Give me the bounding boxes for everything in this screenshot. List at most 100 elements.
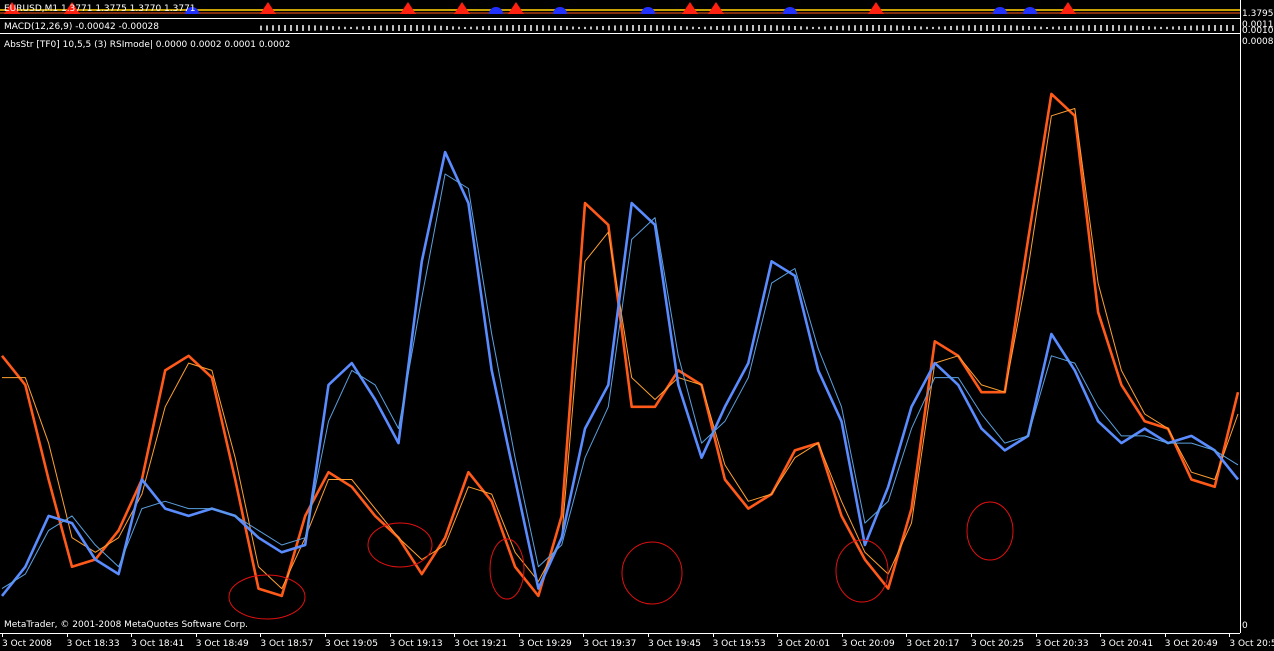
macd-bar xyxy=(1202,25,1204,31)
indicator-axis-top: 0.0008 xyxy=(1242,37,1274,47)
macd-bar xyxy=(590,26,592,30)
macd-bar xyxy=(344,26,346,30)
macd-bar xyxy=(404,25,406,31)
macd-bar xyxy=(578,26,580,30)
macd-bar xyxy=(1088,25,1090,31)
fractal-up-marker xyxy=(682,2,698,14)
macd-bar xyxy=(518,25,520,31)
macd-bar xyxy=(824,26,826,30)
macd-bar xyxy=(464,26,466,30)
macd-bar xyxy=(692,26,694,30)
macd-bar xyxy=(920,26,922,30)
macd-bar xyxy=(854,25,856,31)
macd-bar xyxy=(644,25,646,31)
macd-bar xyxy=(662,25,664,31)
macd-bar xyxy=(596,26,598,30)
time-tick-label: 3 Oct 18:41 xyxy=(131,639,185,649)
time-tick-label: 3 Oct 2008 xyxy=(2,639,52,649)
time-tick-mark xyxy=(1164,633,1166,637)
time-tick-label: 3 Oct 19:53 xyxy=(712,639,766,649)
macd-bar xyxy=(1094,25,1096,31)
macd-bar xyxy=(1184,25,1186,31)
macd-bar xyxy=(788,25,790,31)
macd-bar xyxy=(716,26,718,30)
macd-bar xyxy=(800,26,802,30)
macd-bar xyxy=(500,25,502,31)
macd-bar xyxy=(680,26,682,30)
macd-bar xyxy=(566,26,568,30)
macd-bar xyxy=(302,25,304,31)
time-tick-mark xyxy=(1100,633,1102,637)
time-tick-mark xyxy=(131,633,133,637)
macd-bar xyxy=(410,25,412,31)
macd-bar xyxy=(320,25,322,31)
macd-bar xyxy=(1226,25,1228,31)
macd-bar xyxy=(710,26,712,30)
macd-bar xyxy=(1142,25,1144,31)
macd-bar xyxy=(1214,25,1216,31)
macd-bar xyxy=(602,25,604,31)
time-tick-mark xyxy=(777,633,779,637)
macd-bar xyxy=(1124,25,1126,31)
macd-bar xyxy=(398,25,400,31)
macd-bar xyxy=(1136,25,1138,31)
macd-bar xyxy=(770,25,772,31)
macd-bar xyxy=(458,26,460,30)
macd-bar xyxy=(1208,25,1210,31)
fractal-up-marker xyxy=(454,2,470,14)
time-tick-mark xyxy=(2,633,3,637)
indicator-label: AbsStr [TF0] 10,5,5 (3) RSImode| 0.0000 … xyxy=(4,40,291,50)
macd-bar xyxy=(356,26,358,30)
time-tick-label: 3 Oct 20:33 xyxy=(1035,639,1089,649)
macd-bar xyxy=(1154,26,1156,30)
macd-bar xyxy=(314,25,316,31)
macd-bar xyxy=(872,25,874,31)
macd-bar xyxy=(1100,25,1102,31)
macd-bar xyxy=(1148,26,1150,30)
macd-bar xyxy=(944,26,946,30)
macd-bar xyxy=(734,25,736,31)
fractal-up-marker xyxy=(260,2,276,14)
macd-bar xyxy=(674,25,676,31)
fractal-up-marker xyxy=(400,2,416,14)
macd-bar xyxy=(338,26,340,30)
time-tick-mark xyxy=(1035,633,1037,637)
macd-bar xyxy=(698,26,700,30)
fractal-down-marker xyxy=(993,7,1007,14)
macd-bar xyxy=(1052,26,1054,30)
macd-bar xyxy=(1070,25,1072,31)
macd-bar xyxy=(374,25,376,31)
fractal-down-marker xyxy=(1023,7,1037,14)
fractal-up-marker xyxy=(508,2,524,14)
macd-bar xyxy=(740,25,742,31)
time-tick-mark xyxy=(648,633,649,637)
macd-bar xyxy=(548,25,550,31)
macd-bar xyxy=(530,25,532,31)
macd-bar xyxy=(536,25,538,31)
macd-bar xyxy=(758,25,760,31)
time-tick-mark xyxy=(583,633,585,637)
macd-bar xyxy=(482,26,484,30)
macd-bar xyxy=(818,26,820,30)
fractal-down-marker xyxy=(553,7,567,14)
macd-bar xyxy=(476,26,478,30)
macd-bar xyxy=(632,25,634,31)
time-tick-label: 3 Oct 19:29 xyxy=(518,639,572,649)
macd-separator xyxy=(0,33,1240,34)
macd-bar xyxy=(794,25,796,31)
macd-bar xyxy=(380,25,382,31)
macd-bar xyxy=(434,25,436,31)
macd-bar xyxy=(1196,25,1198,31)
macd-bar xyxy=(1190,25,1192,31)
macd-bar xyxy=(860,25,862,31)
time-tick-label: 3 Oct 19:13 xyxy=(389,639,443,649)
annotation-circle xyxy=(228,574,306,620)
macd-bar xyxy=(620,25,622,31)
macd-bar xyxy=(542,25,544,31)
annotation-circle xyxy=(966,501,1014,561)
macd-bar xyxy=(914,26,916,30)
time-tick-label: 3 Oct 20:49 xyxy=(1164,639,1218,649)
macd-bar xyxy=(332,26,334,30)
macd-bar xyxy=(992,25,994,31)
time-tick-label: 3 Oct 18:49 xyxy=(195,639,249,649)
